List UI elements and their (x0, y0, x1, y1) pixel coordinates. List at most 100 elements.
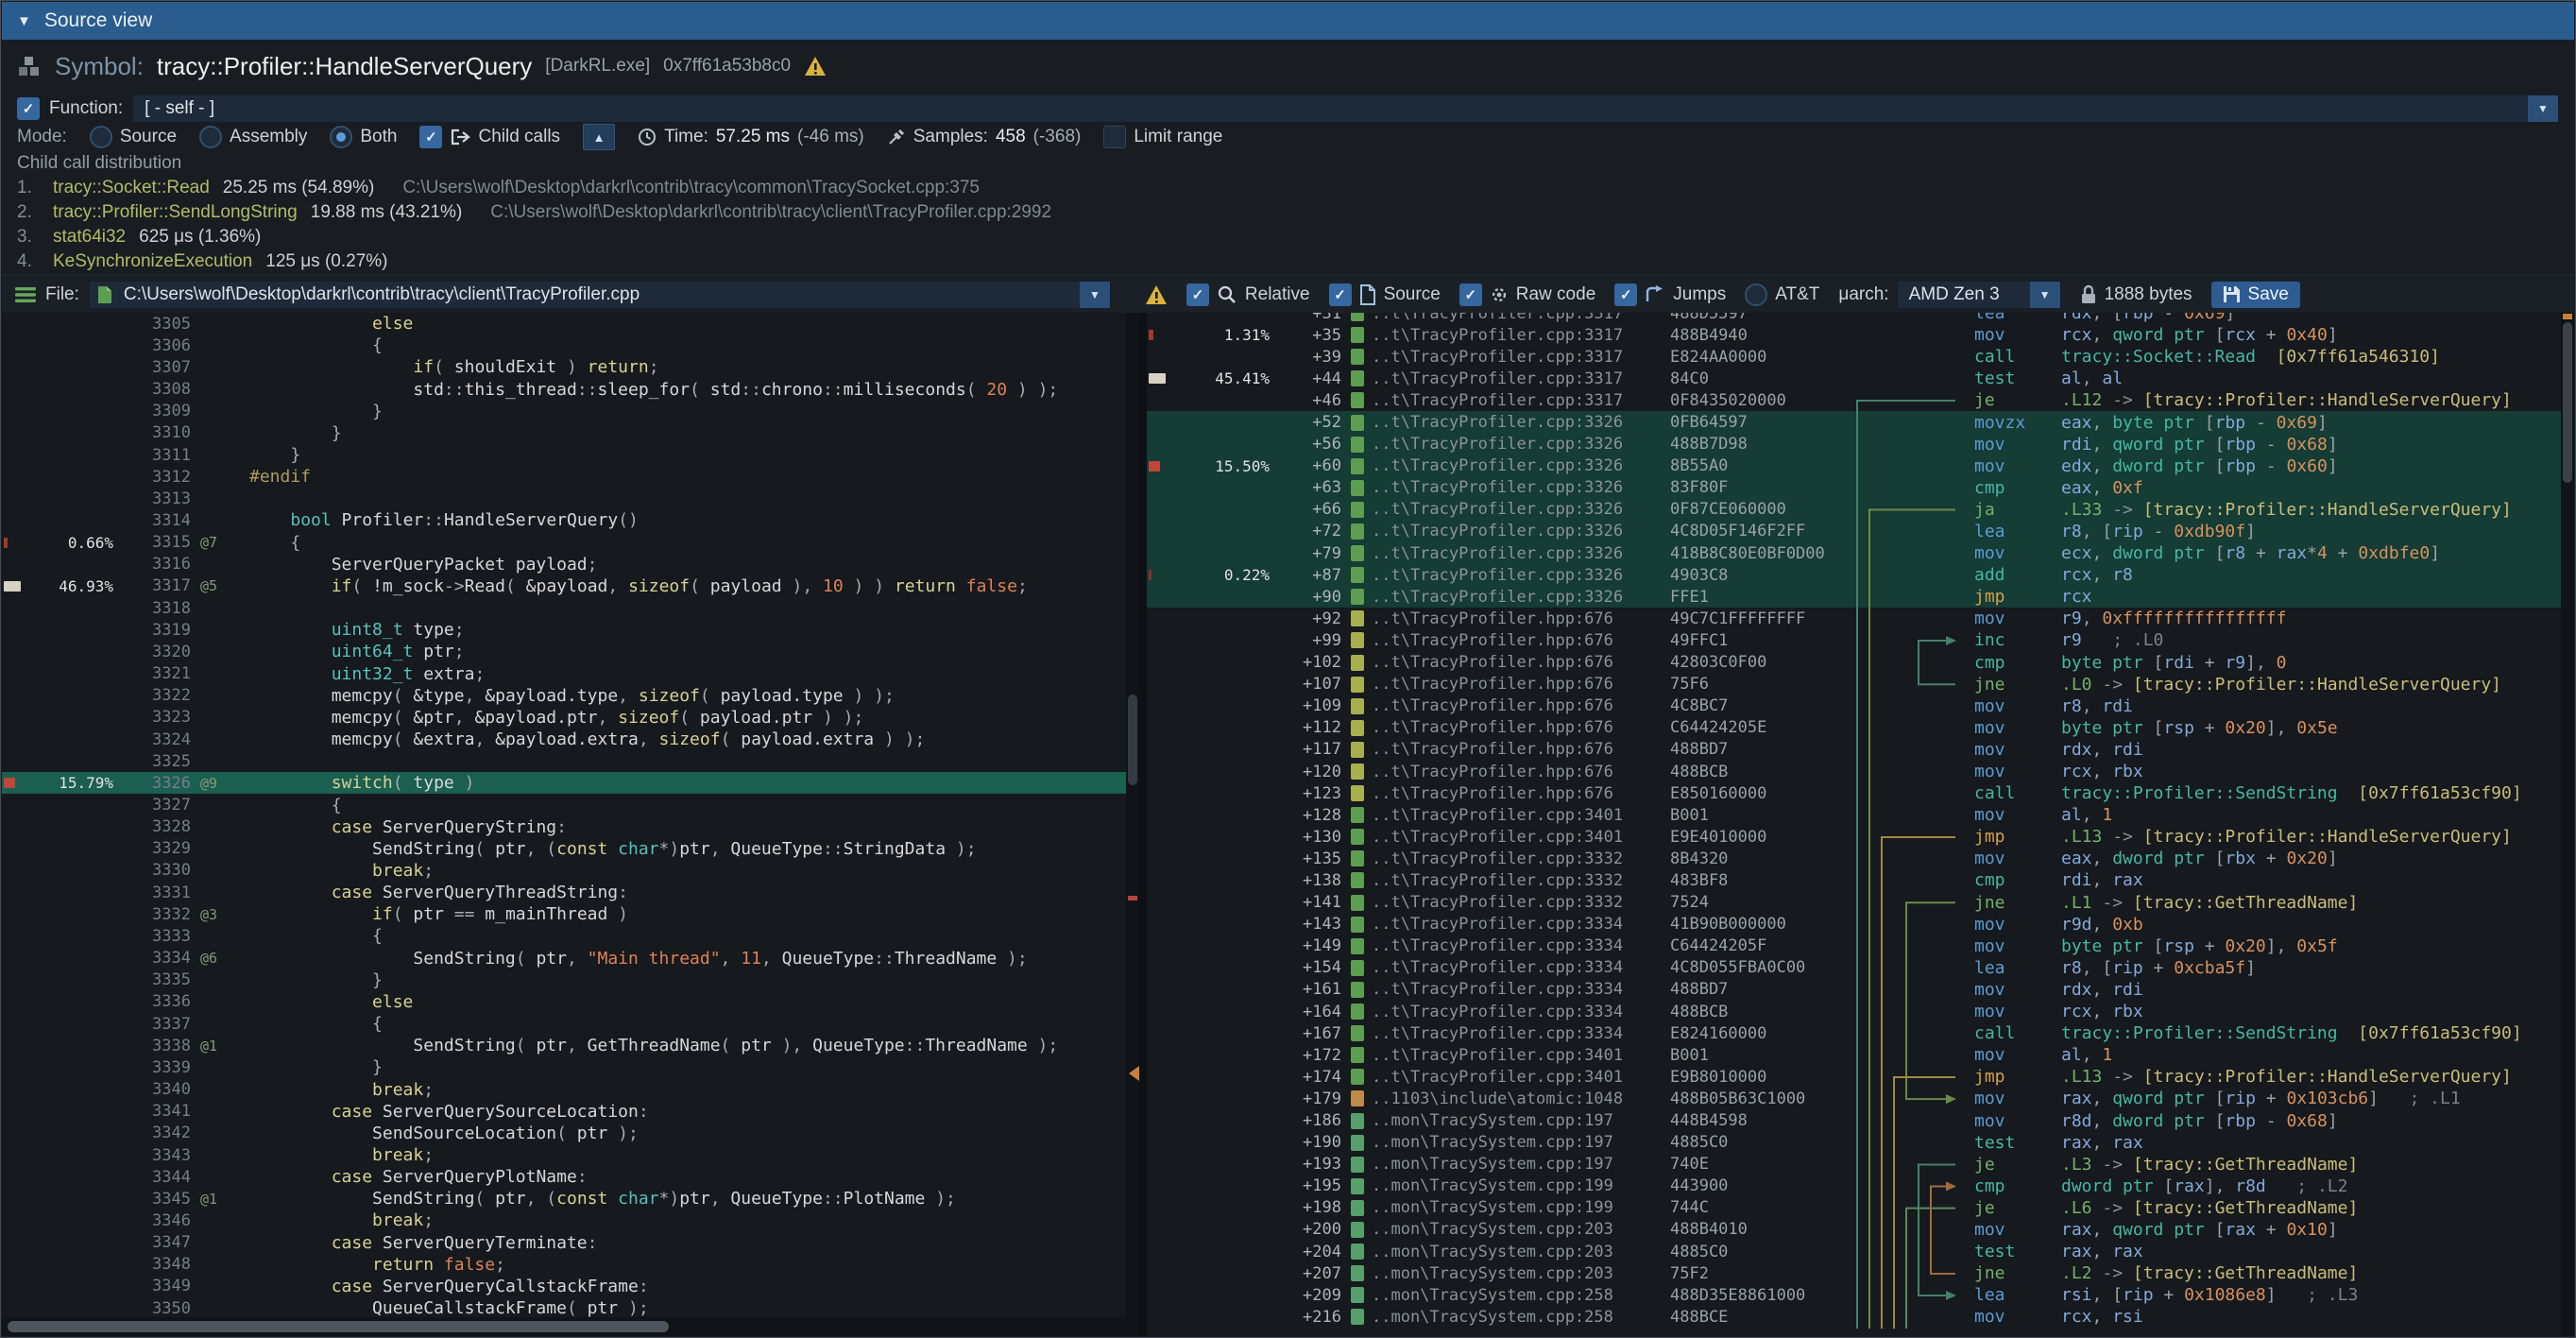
scrollbar-thumb[interactable] (1128, 695, 1137, 785)
source-line[interactable]: 3339 } (2, 1056, 1126, 1078)
source-checkbox[interactable]: ✓ (1329, 283, 1352, 306)
instr-source-location[interactable]: ..mon\TracySystem.cpp:197 (1351, 1155, 1670, 1174)
instr-source-location[interactable]: ..t\TracyProfiler.cpp:3332 (1351, 893, 1670, 912)
limit-range-label[interactable]: Limit range (1134, 127, 1222, 147)
instr-source-location[interactable]: ..t\TracyProfiler.cpp:3326 (1351, 544, 1670, 563)
att-toggle[interactable]: AT&T (1745, 283, 1819, 306)
instr-source-location[interactable]: ..t\TracyProfiler.cpp:3326 (1351, 500, 1670, 519)
source-line[interactable]: 3306 { (2, 334, 1126, 356)
child-calls-checkbox[interactable]: ✓ (419, 126, 442, 148)
instr-source-location[interactable]: ..t\TracyProfiler.cpp:3332 (1351, 849, 1670, 868)
instr-source-location[interactable]: ..t\TracyProfiler.hpp:676 (1351, 784, 1670, 803)
asm-instruction[interactable]: 15.50%+60..t\TracyProfiler.cpp:33268B55A… (1147, 455, 2561, 477)
asm-instruction[interactable]: +90..t\TracyProfiler.cpp:3326FFE1jmprcx (1147, 586, 2561, 608)
source-line[interactable]: 3322 memcpy( &type, &payload.type, sizeo… (2, 685, 1126, 707)
instr-source-location[interactable]: ..t\TracyProfiler.cpp:3326 (1351, 522, 1670, 540)
source-line[interactable]: 3328 case ServerQueryString: (2, 816, 1126, 838)
uarch-combo[interactable]: AMD Zen 3 ▼ (1897, 281, 2061, 309)
asm-instruction[interactable]: +56..t\TracyProfiler.cpp:3326488B7D98mov… (1147, 434, 2561, 455)
asm-instruction[interactable]: +130..t\TracyProfiler.cpp:3401E9E4010000… (1147, 826, 2561, 848)
asm-instruction[interactable]: +39..t\TracyProfiler.cpp:3317E824AA0000c… (1147, 346, 2561, 368)
asm-instruction[interactable]: +172..t\TracyProfiler.cpp:3401B001moval,… (1147, 1044, 2561, 1066)
asm-instruction[interactable]: +161..t\TracyProfiler.cpp:3334488BD7movr… (1147, 979, 2561, 1001)
instr-source-location[interactable]: ..t\TracyProfiler.cpp:3326 (1351, 478, 1670, 497)
asm-instruction[interactable]: +63..t\TracyProfiler.cpp:332683F80Fcmpea… (1147, 477, 2561, 499)
asm-instruction[interactable]: +66..t\TracyProfiler.cpp:33260F87CE06000… (1147, 499, 2561, 521)
instr-source-location[interactable]: ..t\TracyProfiler.cpp:3401 (1351, 1068, 1670, 1087)
source-line[interactable]: 0.66%3315@7 { (2, 532, 1126, 554)
att-label[interactable]: AT&T (1775, 284, 1819, 305)
asm-instruction[interactable]: 45.41%+44..t\TracyProfiler.cpp:331784C0t… (1147, 368, 2561, 389)
asm-instruction[interactable]: +109..t\TracyProfiler.hpp:6764C8BC7movr8… (1147, 695, 2561, 717)
instr-source-location[interactable]: ..t\TracyProfiler.cpp:3317 (1351, 313, 1670, 323)
function-checkbox[interactable]: ✓ (17, 97, 40, 120)
save-button[interactable]: Save (2211, 282, 2300, 308)
relative-checkbox[interactable]: ✓ (1186, 283, 1209, 306)
asm-instruction[interactable]: +209..mon\TracySystem.cpp:258488D35E8861… (1147, 1284, 2561, 1306)
assembly-vertical-scrollbar[interactable] (2561, 313, 2574, 1336)
asm-instruction[interactable]: +186..mon\TracySystem.cpp:197448B4598mov… (1147, 1109, 2561, 1131)
limit-range-toggle[interactable]: ✓ Limit range (1103, 126, 1222, 148)
instr-source-location[interactable]: ..1103\include\atomic:1048 (1351, 1089, 1670, 1108)
child-call-item[interactable]: 4.KeSynchronizeExecution125 μs (0.27%) (17, 249, 2559, 274)
source-line[interactable]: 3313 (2, 488, 1126, 509)
instr-source-location[interactable]: ..mon\TracySystem.cpp:258 (1351, 1308, 1670, 1327)
child-calls-toggle[interactable]: ✓ Child calls (419, 126, 560, 148)
asm-instruction[interactable]: +117..t\TracyProfiler.hpp:676488BD7movrd… (1147, 739, 2561, 761)
instr-source-location[interactable]: ..mon\TracySystem.cpp:258 (1351, 1286, 1670, 1305)
source-line[interactable]: 3345@1 SendString( ptr, (const char*)ptr… (2, 1188, 1126, 1209)
asm-instruction[interactable]: +112..t\TracyProfiler.hpp:676C64424205Em… (1147, 717, 2561, 739)
asm-instruction[interactable]: +198..mon\TracySystem.cpp:199744Cje.L6 -… (1147, 1197, 2561, 1219)
source-line[interactable]: 3332@3 if( ptr == m_mainThread ) (2, 903, 1126, 925)
asm-instruction[interactable]: +79..t\TracyProfiler.cpp:3326418B8C80E0B… (1147, 542, 2561, 564)
relative-label[interactable]: Relative (1245, 284, 1310, 305)
instr-source-location[interactable]: ..t\TracyProfiler.cpp:3401 (1351, 806, 1670, 825)
instr-source-location[interactable]: ..t\TracyProfiler.hpp:676 (1351, 696, 1670, 715)
scrollbar-thumb[interactable] (2563, 322, 2572, 483)
asm-instruction[interactable]: +154..t\TracyProfiler.cpp:33344C8D055FBA… (1147, 957, 2561, 979)
asm-instruction[interactable]: +164..t\TracyProfiler.cpp:3334488BCBmovr… (1147, 1001, 2561, 1022)
child-call-function[interactable]: tracy::Socket::Read (53, 176, 210, 200)
radio-both-label[interactable]: Both (360, 127, 397, 147)
instr-source-location[interactable]: ..t\TracyProfiler.cpp:3334 (1351, 915, 1670, 934)
asm-instruction[interactable]: +195..mon\TracySystem.cpp:199443900cmpdw… (1147, 1175, 2561, 1197)
instr-source-location[interactable]: ..t\TracyProfiler.hpp:676 (1351, 740, 1670, 759)
asm-instruction[interactable]: +216..mon\TracySystem.cpp:258488BCEmovrc… (1147, 1306, 2561, 1328)
instr-source-location[interactable]: ..mon\TracySystem.cpp:199 (1351, 1176, 1670, 1195)
source-line[interactable]: 3329 SendString( ptr, (const char*)ptr, … (2, 838, 1126, 860)
instr-source-location[interactable]: ..t\TracyProfiler.cpp:3334 (1351, 958, 1670, 977)
asm-instruction[interactable]: +72..t\TracyProfiler.cpp:33264C8D05F146F… (1147, 521, 2561, 542)
source-line[interactable]: 3340 break; (2, 1078, 1126, 1100)
instr-source-location[interactable]: ..mon\TracySystem.cpp:203 (1351, 1220, 1670, 1239)
instr-source-location[interactable]: ..t\TracyProfiler.cpp:3332 (1351, 871, 1670, 890)
jumps-toggle[interactable]: ✓ Jumps (1614, 283, 1726, 306)
radio-both[interactable] (330, 126, 352, 148)
radio-source[interactable] (90, 126, 112, 148)
jumps-label[interactable]: Jumps (1673, 284, 1726, 305)
instr-source-location[interactable]: ..t\TracyProfiler.hpp:676 (1351, 631, 1670, 650)
instr-source-location[interactable]: ..t\TracyProfiler.hpp:676 (1351, 609, 1670, 628)
dropdown-arrow-icon[interactable]: ▼ (2528, 95, 2558, 122)
source-line[interactable]: 3305 else (2, 313, 1126, 334)
instr-source-location[interactable]: ..t\TracyProfiler.cpp:3334 (1351, 1003, 1670, 1021)
child-call-item[interactable]: 3.stat64i32625 μs (1.36%) (17, 225, 2559, 249)
instr-source-location[interactable]: ..t\TracyProfiler.hpp:676 (1351, 675, 1670, 694)
instr-source-location[interactable]: ..t\TracyProfiler.hpp:676 (1351, 718, 1670, 737)
source-line[interactable]: 3347 case ServerQueryTerminate: (2, 1232, 1126, 1254)
instr-source-location[interactable]: ..t\TracyProfiler.hpp:676 (1351, 763, 1670, 781)
radio-source-label[interactable]: Source (120, 127, 177, 147)
pane-divider[interactable] (1139, 313, 1147, 1336)
child-call-function[interactable]: stat64i32 (53, 225, 126, 249)
source-vertical-scrollbar[interactable] (1126, 313, 1139, 1317)
asm-instruction[interactable]: +200..mon\TracySystem.cpp:203488B4010mov… (1147, 1219, 2561, 1241)
source-line[interactable]: 3327 { (2, 794, 1126, 815)
source-line[interactable]: 3330 break; (2, 860, 1126, 882)
source-line[interactable]: 3343 break; (2, 1144, 1126, 1166)
source-line[interactable]: 3324 memcpy( &extra, &payload.extra, siz… (2, 729, 1126, 750)
instr-source-location[interactable]: ..t\TracyProfiler.cpp:3334 (1351, 980, 1670, 999)
instr-source-location[interactable]: ..t\TracyProfiler.cpp:3326 (1351, 456, 1670, 475)
source-line[interactable]: 3323 memcpy( &ptr, &payload.ptr, sizeof(… (2, 707, 1126, 729)
asm-instruction[interactable]: +92..t\TracyProfiler.hpp:67649C7C1FFFFFF… (1147, 608, 2561, 629)
instr-source-location[interactable]: ..t\TracyProfiler.cpp:3326 (1351, 435, 1670, 454)
instr-source-location[interactable]: ..t\TracyProfiler.cpp:3334 (1351, 1024, 1670, 1043)
